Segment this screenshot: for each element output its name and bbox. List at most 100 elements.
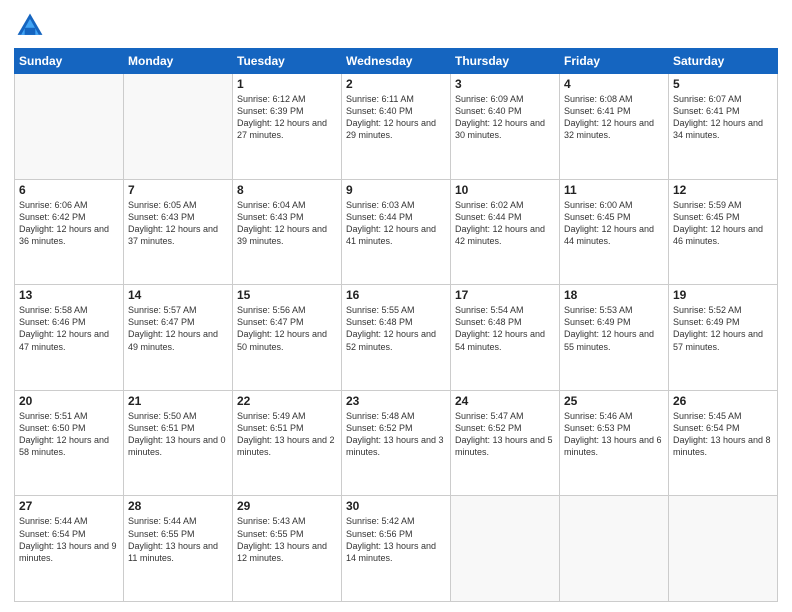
- day-number: 6: [19, 183, 119, 197]
- day-info: Sunrise: 5:49 AM Sunset: 6:51 PM Dayligh…: [237, 410, 337, 459]
- calendar-cell: 30 Sunrise: 5:42 AM Sunset: 6:56 PM Dayli…: [342, 496, 451, 602]
- day-number: 15: [237, 288, 337, 302]
- day-number: 17: [455, 288, 555, 302]
- day-info: Sunrise: 5:48 AM Sunset: 6:52 PM Dayligh…: [346, 410, 446, 459]
- day-number: 1: [237, 77, 337, 91]
- calendar-cell: 17 Sunrise: 5:54 AM Sunset: 6:48 PM Dayli…: [451, 285, 560, 391]
- day-number: 3: [455, 77, 555, 91]
- calendar-cell: [669, 496, 778, 602]
- day-number: 8: [237, 183, 337, 197]
- calendar-cell: [124, 74, 233, 180]
- weekday-header-tuesday: Tuesday: [233, 49, 342, 74]
- calendar-cell: 27 Sunrise: 5:44 AM Sunset: 6:54 PM Dayli…: [15, 496, 124, 602]
- day-info: Sunrise: 6:02 AM Sunset: 6:44 PM Dayligh…: [455, 199, 555, 248]
- weekday-header-wednesday: Wednesday: [342, 49, 451, 74]
- calendar-cell: 4Sunrise: 6:08 AM Sunset: 6:41 PM Daylig…: [560, 74, 669, 180]
- calendar-cell: 26Sunrise: 5:45 AM Sunset: 6:54 PM Dayli…: [669, 390, 778, 496]
- calendar-cell: 10 Sunrise: 6:02 AM Sunset: 6:44 PM Dayli…: [451, 179, 560, 285]
- calendar-cell: 3 Sunrise: 6:09 AM Sunset: 6:40 PM Daylig…: [451, 74, 560, 180]
- calendar-cell: 24 Sunrise: 5:47 AM Sunset: 6:52 PM Dayli…: [451, 390, 560, 496]
- day-number: 11: [564, 183, 664, 197]
- weekday-header-sunday: Sunday: [15, 49, 124, 74]
- day-number: 24: [455, 394, 555, 408]
- day-number: 22: [237, 394, 337, 408]
- day-info: Sunrise: 5:46 AM Sunset: 6:53 PM Dayligh…: [564, 410, 664, 459]
- calendar-cell: 20 Sunrise: 5:51 AM Sunset: 6:50 PM Dayli…: [15, 390, 124, 496]
- calendar-cell: 18Sunrise: 5:53 AM Sunset: 6:49 PM Dayli…: [560, 285, 669, 391]
- day-number: 28: [128, 499, 228, 513]
- day-number: 10: [455, 183, 555, 197]
- day-info: Sunrise: 6:08 AM Sunset: 6:41 PM Dayligh…: [564, 93, 664, 142]
- weekday-header-monday: Monday: [124, 49, 233, 74]
- weekday-header-friday: Friday: [560, 49, 669, 74]
- day-info: Sunrise: 5:52 AM Sunset: 6:49 PM Dayligh…: [673, 304, 773, 353]
- calendar-cell: 15 Sunrise: 5:56 AM Sunset: 6:47 PM Dayli…: [233, 285, 342, 391]
- calendar-cell: 5 Sunrise: 6:07 AM Sunset: 6:41 PM Daylig…: [669, 74, 778, 180]
- calendar-cell: 1Sunrise: 6:12 AM Sunset: 6:39 PM Daylig…: [233, 74, 342, 180]
- calendar-header-row: SundayMondayTuesdayWednesdayThursdayFrid…: [15, 49, 778, 74]
- day-info: Sunrise: 5:55 AM Sunset: 6:48 PM Dayligh…: [346, 304, 446, 353]
- calendar-table: SundayMondayTuesdayWednesdayThursdayFrid…: [14, 48, 778, 602]
- page: SundayMondayTuesdayWednesdayThursdayFrid…: [0, 0, 792, 612]
- calendar-cell: 29 Sunrise: 5:43 AM Sunset: 6:55 PM Dayli…: [233, 496, 342, 602]
- day-info: Sunrise: 5:45 AM Sunset: 6:54 PM Dayligh…: [673, 410, 773, 459]
- logo: [14, 10, 50, 42]
- calendar-cell: 2Sunrise: 6:11 AM Sunset: 6:40 PM Daylig…: [342, 74, 451, 180]
- calendar-week-2: 6 Sunrise: 6:06 AM Sunset: 6:42 PM Daylig…: [15, 179, 778, 285]
- day-number: 9: [346, 183, 446, 197]
- day-info: Sunrise: 5:44 AM Sunset: 6:55 PM Dayligh…: [128, 515, 228, 564]
- day-info: Sunrise: 5:54 AM Sunset: 6:48 PM Dayligh…: [455, 304, 555, 353]
- day-info: Sunrise: 6:06 AM Sunset: 6:42 PM Dayligh…: [19, 199, 119, 248]
- day-info: Sunrise: 5:51 AM Sunset: 6:50 PM Dayligh…: [19, 410, 119, 459]
- day-info: Sunrise: 6:09 AM Sunset: 6:40 PM Dayligh…: [455, 93, 555, 142]
- calendar-week-5: 27 Sunrise: 5:44 AM Sunset: 6:54 PM Dayli…: [15, 496, 778, 602]
- day-number: 23: [346, 394, 446, 408]
- day-number: 25: [564, 394, 664, 408]
- day-number: 29: [237, 499, 337, 513]
- day-info: Sunrise: 5:43 AM Sunset: 6:55 PM Dayligh…: [237, 515, 337, 564]
- calendar-cell: [451, 496, 560, 602]
- calendar-cell: 9 Sunrise: 6:03 AM Sunset: 6:44 PM Daylig…: [342, 179, 451, 285]
- calendar-cell: 25 Sunrise: 5:46 AM Sunset: 6:53 PM Dayli…: [560, 390, 669, 496]
- calendar-cell: 8 Sunrise: 6:04 AM Sunset: 6:43 PM Daylig…: [233, 179, 342, 285]
- calendar-cell: 11 Sunrise: 6:00 AM Sunset: 6:45 PM Dayli…: [560, 179, 669, 285]
- day-number: 12: [673, 183, 773, 197]
- logo-icon: [14, 10, 46, 42]
- calendar-cell: 12 Sunrise: 5:59 AM Sunset: 6:45 PM Dayli…: [669, 179, 778, 285]
- day-info: Sunrise: 6:07 AM Sunset: 6:41 PM Dayligh…: [673, 93, 773, 142]
- day-info: Sunrise: 6:04 AM Sunset: 6:43 PM Dayligh…: [237, 199, 337, 248]
- day-info: Sunrise: 6:00 AM Sunset: 6:45 PM Dayligh…: [564, 199, 664, 248]
- day-info: Sunrise: 5:58 AM Sunset: 6:46 PM Dayligh…: [19, 304, 119, 353]
- day-number: 27: [19, 499, 119, 513]
- calendar-cell: 14Sunrise: 5:57 AM Sunset: 6:47 PM Dayli…: [124, 285, 233, 391]
- day-number: 16: [346, 288, 446, 302]
- calendar-week-1: 1Sunrise: 6:12 AM Sunset: 6:39 PM Daylig…: [15, 74, 778, 180]
- day-number: 13: [19, 288, 119, 302]
- day-info: Sunrise: 5:57 AM Sunset: 6:47 PM Dayligh…: [128, 304, 228, 353]
- calendar-cell: 28 Sunrise: 5:44 AM Sunset: 6:55 PM Dayli…: [124, 496, 233, 602]
- day-info: Sunrise: 5:42 AM Sunset: 6:56 PM Dayligh…: [346, 515, 446, 564]
- day-number: 30: [346, 499, 446, 513]
- day-number: 20: [19, 394, 119, 408]
- day-info: Sunrise: 5:56 AM Sunset: 6:47 PM Dayligh…: [237, 304, 337, 353]
- weekday-header-saturday: Saturday: [669, 49, 778, 74]
- day-info: Sunrise: 6:05 AM Sunset: 6:43 PM Dayligh…: [128, 199, 228, 248]
- calendar-cell: 23 Sunrise: 5:48 AM Sunset: 6:52 PM Dayli…: [342, 390, 451, 496]
- day-number: 19: [673, 288, 773, 302]
- day-number: 7: [128, 183, 228, 197]
- calendar-week-3: 13 Sunrise: 5:58 AM Sunset: 6:46 PM Dayli…: [15, 285, 778, 391]
- calendar-cell: [15, 74, 124, 180]
- calendar-cell: 13 Sunrise: 5:58 AM Sunset: 6:46 PM Dayli…: [15, 285, 124, 391]
- day-info: Sunrise: 5:44 AM Sunset: 6:54 PM Dayligh…: [19, 515, 119, 564]
- day-info: Sunrise: 5:47 AM Sunset: 6:52 PM Dayligh…: [455, 410, 555, 459]
- calendar-week-4: 20 Sunrise: 5:51 AM Sunset: 6:50 PM Dayli…: [15, 390, 778, 496]
- day-info: Sunrise: 5:50 AM Sunset: 6:51 PM Dayligh…: [128, 410, 228, 459]
- day-info: Sunrise: 6:11 AM Sunset: 6:40 PM Dayligh…: [346, 93, 446, 142]
- calendar-cell: 22 Sunrise: 5:49 AM Sunset: 6:51 PM Dayli…: [233, 390, 342, 496]
- day-info: Sunrise: 5:59 AM Sunset: 6:45 PM Dayligh…: [673, 199, 773, 248]
- calendar-cell: [560, 496, 669, 602]
- header: [14, 10, 778, 42]
- day-info: Sunrise: 6:03 AM Sunset: 6:44 PM Dayligh…: [346, 199, 446, 248]
- day-number: 21: [128, 394, 228, 408]
- day-number: 5: [673, 77, 773, 91]
